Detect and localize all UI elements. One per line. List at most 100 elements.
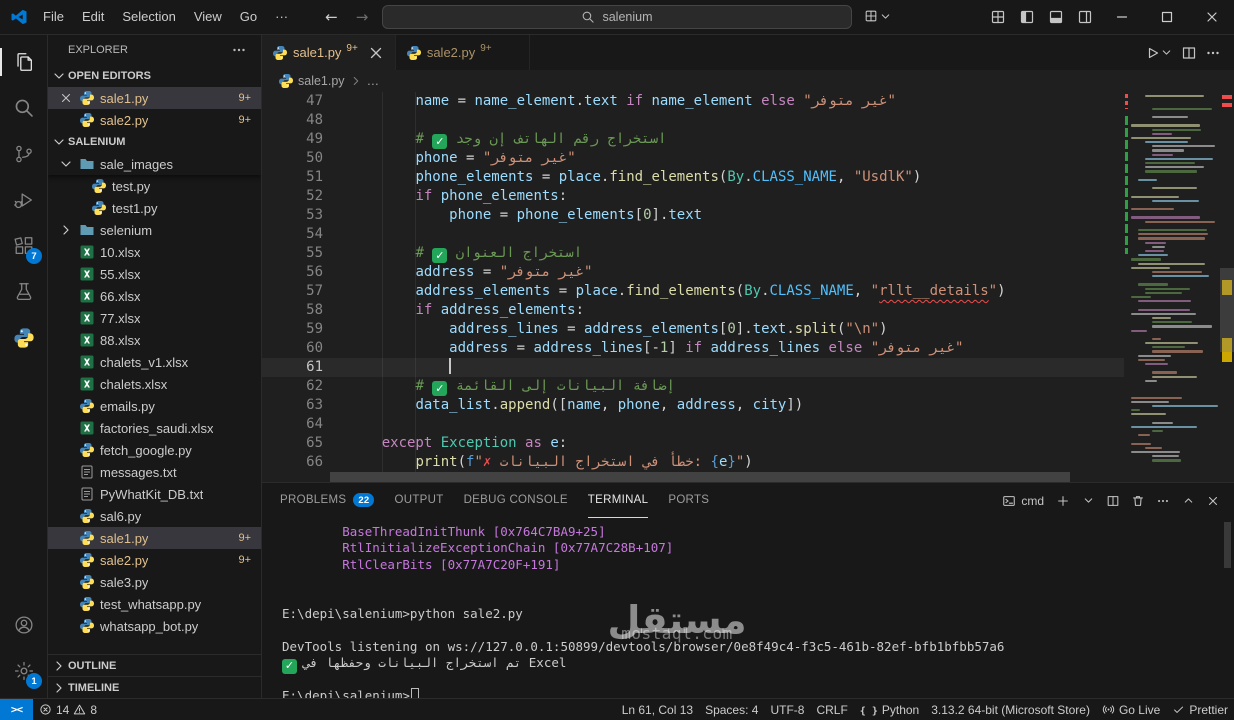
close-icon[interactable] (367, 44, 385, 62)
tree-item[interactable]: sale2.py 9+ (48, 549, 261, 571)
section-open-editors[interactable]: OPEN EDITORS (48, 65, 261, 87)
activity-testing[interactable] (0, 269, 47, 315)
terminal-profile-selector[interactable]: cmd (997, 494, 1049, 508)
menu-edit[interactable]: Edit (73, 6, 113, 28)
terminal[interactable]: BaseThreadInitThunk [0x764C7BA9+25] RtlI… (262, 518, 1234, 698)
tree-item[interactable]: factories_saudi.xlsx (48, 417, 261, 439)
activity-extensions[interactable]: 7 (0, 223, 47, 269)
maximize-button[interactable] (1144, 0, 1189, 35)
tree-item[interactable]: 55.xlsx (48, 263, 261, 285)
tree-item[interactable]: sal6.py (48, 505, 261, 527)
code-line-content[interactable]: data_list.append([name, phone, address, … (348, 396, 803, 415)
status-indentation[interactable]: Spaces: 4 (699, 699, 764, 720)
code-line-content[interactable]: address = address_lines[-1] if address_l… (348, 339, 963, 358)
split-terminal-button[interactable] (1102, 490, 1124, 512)
minimize-button[interactable] (1099, 0, 1144, 35)
editor-more-actions[interactable] (1202, 41, 1224, 65)
tree-item[interactable]: sale3.py (48, 571, 261, 593)
code-line-content[interactable]: phone = "غير متوفر" (348, 149, 575, 168)
split-editor-button[interactable] (1178, 41, 1200, 65)
code-line-content[interactable]: address_elements = place.find_elements(B… (348, 282, 1005, 301)
close-panel-button[interactable] (1202, 490, 1224, 512)
panel-more-actions[interactable] (1152, 490, 1174, 512)
activity-settings[interactable]: 1 (0, 648, 47, 694)
code-line-content[interactable]: address_lines = address_elements[0].text… (348, 320, 887, 339)
status-prettier[interactable]: Prettier (1166, 699, 1234, 720)
panel-tab-output[interactable]: OUTPUT (394, 483, 443, 518)
tree-item[interactable]: 88.xlsx (48, 329, 261, 351)
tree-item[interactable]: fetch_google.py (48, 439, 261, 461)
kill-terminal-button[interactable] (1127, 490, 1149, 512)
tree-item[interactable]: chalets_v1.xlsx (48, 351, 261, 373)
panel-tab-terminal[interactable]: TERMINAL (587, 483, 649, 518)
status-language-mode[interactable]: { } Python (854, 699, 925, 720)
code-line-content[interactable]: phone = phone_elements[0].text (348, 206, 702, 225)
code-editor[interactable]: 47 name = name_element.text if name_elem… (262, 92, 1234, 472)
activity-python-env[interactable] (0, 315, 47, 361)
menu-view[interactable]: View (185, 6, 231, 28)
breadcrumb-item[interactable]: … (367, 74, 380, 88)
back-button[interactable]: ← (325, 8, 338, 26)
tab-sale1.py[interactable]: sale1.py 9+ (262, 35, 396, 70)
customize-layout-button[interactable] (983, 0, 1012, 35)
code-line-content[interactable]: if address_elements: (348, 301, 584, 320)
tree-item[interactable]: chalets.xlsx (48, 373, 261, 395)
activity-run-and-debug[interactable] (0, 177, 47, 223)
menu-overflow[interactable]: ··· (266, 6, 297, 28)
terminal-scrollbar[interactable] (1224, 522, 1231, 568)
activity-accounts[interactable] (0, 602, 47, 648)
tree-item[interactable]: test_whatsapp.py (48, 593, 261, 615)
panel-tab-debug-console[interactable]: DEBUG CONSOLE (464, 483, 568, 518)
status-cursor-position[interactable]: Ln 61, Col 13 (616, 699, 699, 720)
tree-item[interactable]: messages.txt (48, 461, 261, 483)
tree-item[interactable]: whatsapp_bot.py (48, 615, 261, 637)
breadcrumb-item[interactable]: sale1.py (298, 74, 345, 88)
editor-layout-dropdown[interactable] (864, 9, 892, 23)
tree-item[interactable]: test.py (48, 175, 261, 197)
tree-item[interactable]: sale1.py 9+ (48, 527, 261, 549)
code-line-content[interactable]: address = "غير متوفر" (348, 263, 592, 282)
code-line-content[interactable]: except Exception as e: (348, 434, 567, 453)
horizontal-scrollbar-thumb[interactable] (330, 472, 1070, 482)
status-go-live[interactable]: Go Live (1096, 699, 1166, 720)
code-line-content[interactable]: name = name_element.text if name_element… (348, 92, 896, 111)
activity-search[interactable] (0, 85, 47, 131)
status-encoding[interactable]: UTF-8 (764, 699, 810, 720)
tree-item[interactable]: sale_images (48, 153, 261, 175)
menu-file[interactable]: File (34, 6, 73, 28)
tree-item[interactable]: 66.xlsx (48, 285, 261, 307)
minimap[interactable] (1124, 92, 1220, 472)
tree-item[interactable]: 10.xlsx (48, 241, 261, 263)
section-folder-salenium[interactable]: SALENIUM (48, 131, 261, 153)
close-window-button[interactable] (1189, 0, 1234, 35)
section-outline[interactable]: OUTLINE (48, 654, 261, 676)
panel-tab-problems[interactable]: PROBLEMS 22 (280, 483, 375, 518)
section-timeline[interactable]: TIMELINE (48, 676, 261, 698)
maximize-panel-button[interactable] (1177, 490, 1199, 512)
toggle-panel-button[interactable] (1041, 0, 1070, 35)
tree-item[interactable]: test1.py (48, 197, 261, 219)
vertical-scrollbar[interactable] (1220, 268, 1234, 352)
toggle-sidebar-button[interactable] (1012, 0, 1041, 35)
views-more-icon[interactable] (231, 42, 247, 58)
code-line-content[interactable]: # ✓ استخراج رقم الهاتف إن وجد (348, 130, 666, 149)
code-line-content[interactable]: if phone_elements: (348, 187, 567, 206)
menu-selection[interactable]: Selection (113, 6, 184, 28)
command-center-search[interactable]: salenium (382, 5, 852, 29)
close-icon[interactable] (58, 91, 74, 105)
panel-tab-ports[interactable]: PORTS (668, 483, 709, 518)
tab-sale2.py[interactable]: sale2.py 9+ (395, 35, 530, 70)
tree-item[interactable]: selenium (48, 219, 261, 241)
code-line-content[interactable]: # ✓ إضافة البيانات إلى القائمة (348, 377, 675, 396)
open-editor-item[interactable]: sale1.py 9+ (48, 87, 261, 109)
terminal-dropdown-button[interactable] (1077, 490, 1099, 512)
remote-indicator[interactable]: >< (0, 699, 33, 720)
menu-go[interactable]: Go (231, 6, 266, 28)
code-line-content[interactable]: # ✓ استخراج العنوان (348, 244, 582, 263)
code-line-content[interactable]: print(f"✗ خطأ في استخراج البيانات: {e}") (348, 453, 752, 472)
open-editor-item[interactable]: sale2.py 9+ (48, 109, 261, 131)
tree-item[interactable]: PyWhatKit_DB.txt (48, 483, 261, 505)
status-python-interpreter[interactable]: 3.13.2 64-bit (Microsoft Store) (925, 699, 1096, 720)
toggle-secondary-sidebar-button[interactable] (1070, 0, 1099, 35)
code-line-content[interactable] (348, 358, 452, 377)
